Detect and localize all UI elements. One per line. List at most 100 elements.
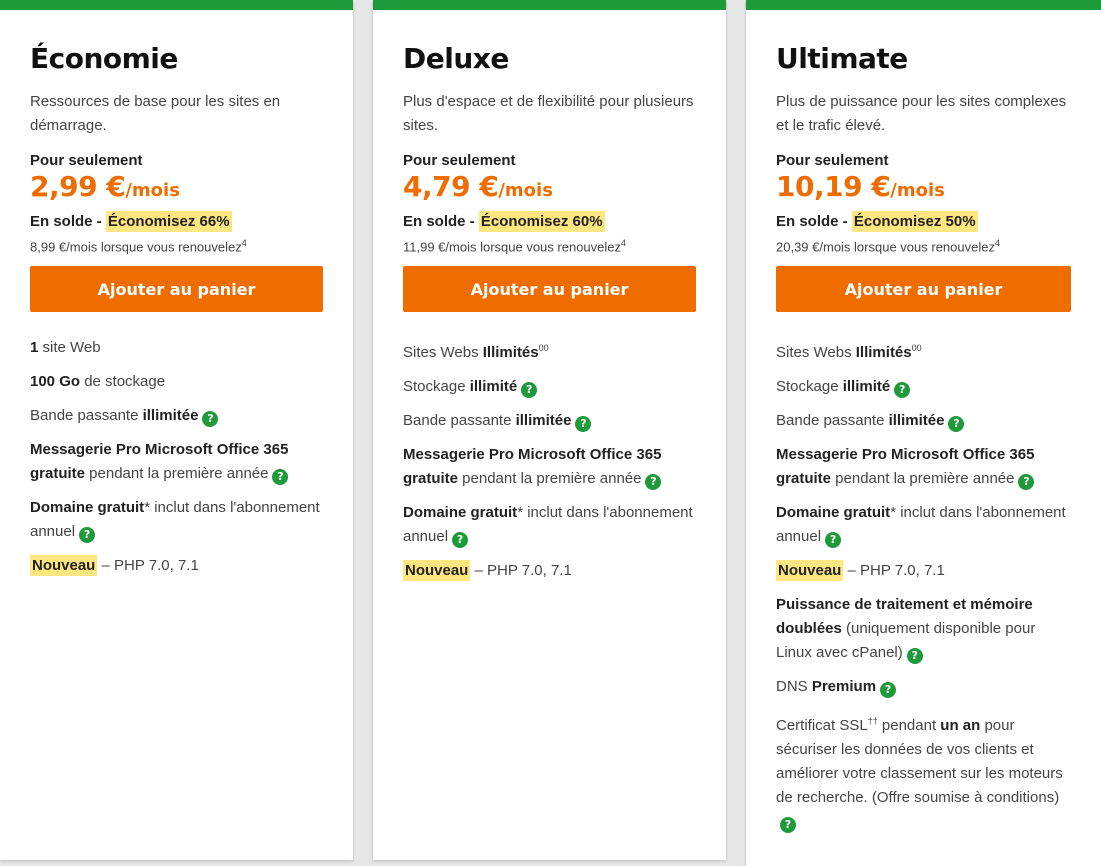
renew-line: 20,39 €/mois lorsque vous renouvelez4 <box>776 238 1000 254</box>
price-unit: /mois <box>125 180 180 201</box>
feature-email: Messagerie Pro Microsoft Office 365 grat… <box>776 443 1071 491</box>
plan-card-deluxe: Deluxe Plus d'espace et de flexibilité p… <box>373 0 726 860</box>
feature-footnote: 00 <box>538 343 549 353</box>
feature-text: pendant la première année <box>458 470 642 487</box>
help-icon[interactable]: ? <box>575 416 592 432</box>
sale-prefix: En solde - <box>403 213 479 230</box>
feature-list: Sites Webs Illimités00 Stockage illimité… <box>776 336 1071 844</box>
feature-list: 1 site Web 100 Go de stockage Bande pass… <box>30 336 323 588</box>
price-unit: /mois <box>890 180 945 201</box>
help-icon[interactable]: ? <box>780 817 796 833</box>
savings-badge: Économisez 50% <box>851 211 978 232</box>
help-icon[interactable]: ? <box>79 527 96 543</box>
price-amount: 2,99 € <box>30 170 126 203</box>
sale-line: En solde - Économisez 50% <box>776 211 978 232</box>
feature-dns: DNS Premium? <box>776 675 1071 699</box>
help-icon[interactable]: ? <box>948 416 965 432</box>
plan-card-economie: Économie Ressources de base pour les sit… <box>0 0 353 860</box>
savings-badge: Économisez 66% <box>105 211 232 232</box>
feature-strong: 100 Go <box>30 373 81 390</box>
feature-sites: Sites Webs Illimités00 <box>403 336 696 365</box>
price: 4,79 €/mois <box>403 170 553 203</box>
help-icon[interactable]: ? <box>825 532 842 548</box>
help-icon[interactable]: ? <box>452 532 469 548</box>
sale-line: En solde - Économisez 60% <box>403 211 605 232</box>
feature-email: Messagerie Pro Microsoft Office 365 grat… <box>403 443 696 491</box>
sale-line: En solde - Économisez 66% <box>30 211 232 232</box>
feature-text: – PHP 7.0, 7.1 <box>470 562 572 579</box>
feature-storage: Stockage illimité? <box>403 375 696 399</box>
feature-strong: Illimités <box>482 344 539 361</box>
feature-text: Bande passante <box>30 407 143 424</box>
add-to-cart-button[interactable]: Ajouter au panier <box>776 266 1071 312</box>
feature-text: – PHP 7.0, 7.1 <box>97 557 199 574</box>
price-intro: Pour seulement <box>30 152 143 169</box>
price: 2,99 €/mois <box>30 170 180 203</box>
feature-text: Stockage <box>776 378 843 395</box>
feature-text: Sites Webs <box>776 344 856 361</box>
savings-badge: Économisez 60% <box>478 211 605 232</box>
feature-text: – PHP 7.0, 7.1 <box>843 562 945 579</box>
feature-performance: Puissance de traitement et mémoire doubl… <box>776 593 1071 665</box>
feature-strong: illimitée <box>888 412 945 429</box>
feature-bandwidth: Bande passante illimitée? <box>776 409 1071 433</box>
sale-prefix: En solde - <box>776 213 852 230</box>
plan-description: Plus de puissance pour les sites complex… <box>776 93 1067 134</box>
feature-domain: Domaine gratuit* inclut dans l'abonnemen… <box>403 501 696 549</box>
feature-text: DNS <box>776 678 812 695</box>
feature-text: pendant <box>877 717 941 734</box>
renew-footnote: 4 <box>241 238 247 248</box>
feature-strong: Illimités <box>855 344 912 361</box>
help-icon[interactable]: ? <box>1018 474 1035 490</box>
help-icon[interactable]: ? <box>906 648 923 664</box>
help-icon[interactable]: ? <box>645 474 662 490</box>
new-badge: Nouveau <box>403 560 471 581</box>
plan-card-ultimate: Ultimate Plus de puissance pour les site… <box>746 0 1101 866</box>
feature-text: pendant la première année <box>85 465 269 482</box>
renew-text: 20,39 €/mois lorsque vous renouvelez <box>776 239 995 255</box>
feature-text: Bande passante <box>776 412 889 429</box>
feature-strong: un an <box>940 717 981 734</box>
sale-prefix: En solde - <box>30 213 106 230</box>
feature-domain: Domaine gratuit* inclut dans l'abonnemen… <box>30 496 323 544</box>
feature-email: Messagerie Pro Microsoft Office 365 grat… <box>30 438 323 486</box>
help-icon[interactable]: ? <box>880 682 897 698</box>
feature-sites: 1 site Web <box>30 336 323 360</box>
plan-description: Ressources de base pour les sites en dém… <box>30 93 281 134</box>
renew-footnote: 4 <box>621 238 627 248</box>
new-badge: Nouveau <box>776 560 844 581</box>
feature-bandwidth: Bande passante illimitée? <box>403 409 696 433</box>
renew-text: 8,99 €/mois lorsque vous renouvelez <box>30 239 242 255</box>
feature-text: site Web <box>38 339 101 356</box>
add-to-cart-button[interactable]: Ajouter au panier <box>30 266 323 312</box>
feature-strong: Domaine gratuit <box>30 499 145 516</box>
help-icon[interactable]: ? <box>272 469 289 485</box>
feature-ssl: Certificat SSL†† pendant un an pour sécu… <box>776 709 1071 834</box>
feature-strong: Domaine gratuit <box>403 504 518 521</box>
plan-description: Plus d'espace et de flexibilité pour plu… <box>403 93 694 134</box>
help-icon[interactable]: ? <box>202 411 219 427</box>
add-to-cart-button[interactable]: Ajouter au panier <box>403 266 696 312</box>
plan-title: Deluxe <box>403 42 509 75</box>
feature-php: Nouveau – PHP 7.0, 7.1 <box>776 559 1071 583</box>
feature-php: Nouveau – PHP 7.0, 7.1 <box>30 554 323 578</box>
help-icon[interactable]: ? <box>521 382 538 398</box>
price-intro: Pour seulement <box>776 152 889 169</box>
feature-text: Certificat SSL <box>776 717 868 734</box>
feature-sites: Sites Webs Illimités00 <box>776 336 1071 365</box>
feature-php: Nouveau – PHP 7.0, 7.1 <box>403 559 696 583</box>
renew-footnote: 4 <box>994 238 1000 248</box>
help-icon[interactable]: ? <box>894 382 911 398</box>
renew-line: 8,99 €/mois lorsque vous renouvelez4 <box>30 238 247 254</box>
feature-text: pendant la première année <box>831 470 1015 487</box>
price-amount: 4,79 € <box>403 170 499 203</box>
feature-strong: illimitée <box>515 412 572 429</box>
feature-strong: illimitée <box>142 407 199 424</box>
feature-text: Bande passante <box>403 412 516 429</box>
feature-storage: 100 Go de stockage <box>30 370 323 394</box>
renew-text: 11,99 €/mois lorsque vous renouvelez <box>403 239 621 255</box>
price-unit: /mois <box>498 180 553 201</box>
feature-storage: Stockage illimité? <box>776 375 1071 399</box>
feature-list: Sites Webs Illimités00 Stockage illimité… <box>403 336 696 593</box>
feature-strong: Premium <box>811 678 877 695</box>
